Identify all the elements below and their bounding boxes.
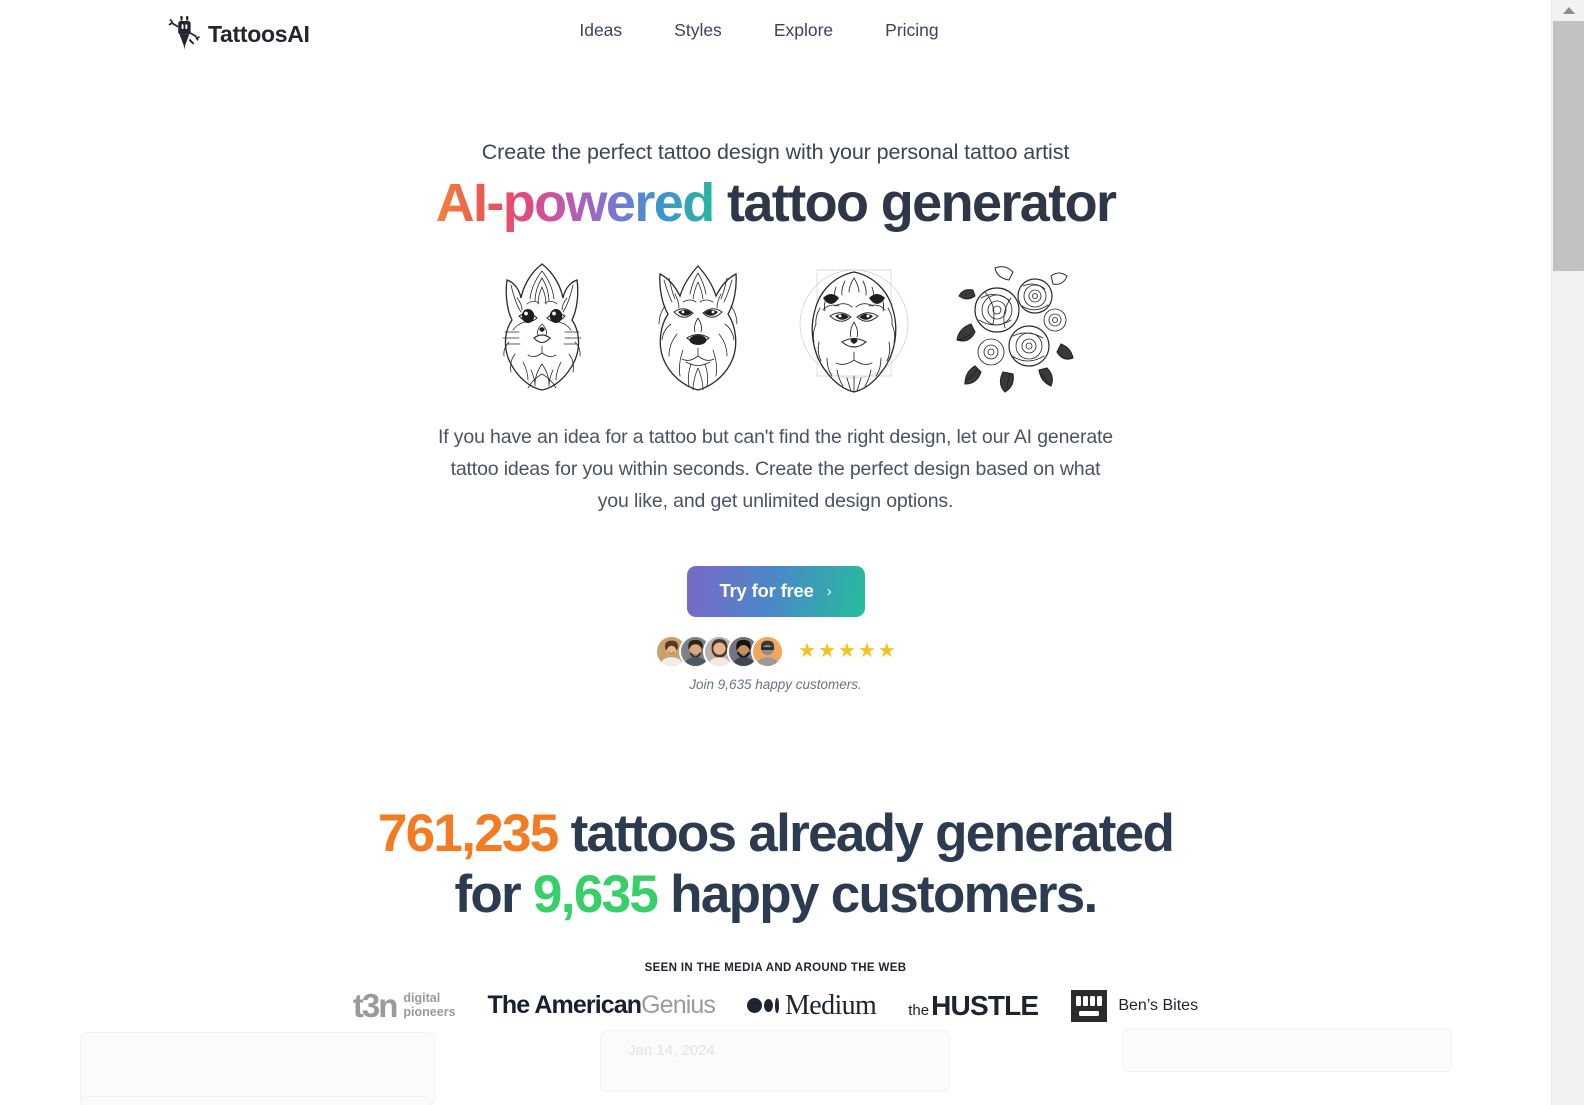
star-rating: ★ ★ ★ ★ ★: [798, 641, 896, 661]
press-logo-american-genius: The American Genius: [487, 991, 716, 1020]
press-logo-t3n: t3n digital pioneers: [352, 986, 456, 1024]
medium-dots-icon: [746, 998, 779, 1014]
happy-customers-note: Join 9,635 happy customers.: [689, 676, 862, 692]
below-fold-date: Jan 14, 2024: [628, 1042, 715, 1059]
press-section: SEEN IN THE MEDIA AND AROUND THE WEB t3n…: [0, 962, 1551, 1024]
tattoos-generated-count: 761,235: [377, 803, 559, 863]
chevron-right-icon: ›: [826, 582, 832, 600]
ghost-card: [80, 1096, 430, 1105]
ghost-card: [80, 1032, 435, 1105]
star-icon: ★: [838, 640, 856, 663]
happy-customers-count: 9,635: [533, 864, 659, 924]
nav-item-ideas[interactable]: Ideas: [579, 20, 622, 41]
hustle-the: the: [908, 1001, 930, 1019]
roses-tattoo[interactable]: [943, 254, 1077, 396]
cta-label: Try for free: [719, 580, 814, 602]
ghost-card: [1122, 1028, 1452, 1072]
main-navigation: Ideas Styles Explore Pricing: [0, 20, 1518, 41]
american-genius-light: Genius: [641, 991, 716, 1020]
scrollbar-thumb[interactable]: [1553, 21, 1584, 271]
stats-line-1: 761,235 tattoos already generated: [0, 804, 1551, 865]
browser-viewport: TattoosAI Ideas Styles Explore Pricing C…: [0, 0, 1584, 1105]
t3n-mark: t3n: [352, 986, 398, 1024]
avatar-stack: [655, 634, 785, 668]
star-icon: ★: [857, 640, 876, 663]
site-header: TattoosAI Ideas Styles Explore Pricing: [0, 0, 1551, 68]
vertical-scrollbar[interactable]: [1551, 0, 1584, 1105]
star-icon: ★: [798, 640, 817, 663]
below-fold-preview: Jan 14, 2024: [0, 1018, 1551, 1105]
t3n-tagline: digital pioneers: [403, 992, 455, 1018]
star-icon: ★: [818, 640, 837, 663]
t3n-tagline-line2: pioneers: [403, 1004, 456, 1019]
star-icon: ★: [877, 640, 896, 663]
hero-title-gradient-part: AI-powered: [435, 173, 716, 233]
ghost-card: [600, 1030, 950, 1092]
stats-for-prefix: for: [454, 864, 534, 924]
stats-line-2: for 9,635 happy customers.: [0, 865, 1551, 926]
social-proof: ★ ★ ★ ★ ★: [0, 634, 1551, 668]
bens-bites-icon: [1070, 988, 1108, 1024]
press-label: SEEN IN THE MEDIA AND AROUND THE WEB: [644, 961, 907, 974]
hero-description: If you have an idea for a tattoo but can…: [437, 426, 1114, 512]
hero-section: Create the perfect tattoo design with yo…: [0, 140, 1551, 692]
press-logo-row: t3n digital pioneers The American Genius…: [0, 988, 1551, 1024]
press-logo-medium: Medium: [746, 989, 877, 1022]
press-logo-the-hustle: the HUSTLE: [908, 989, 1039, 1022]
nav-item-styles[interactable]: Styles: [674, 20, 722, 41]
page-title: AI-powered tattoo generator: [0, 174, 1551, 232]
press-logo-bens-bites: Ben’s Bites: [1070, 988, 1198, 1024]
cat-mandala-tattoo[interactable]: [475, 254, 609, 396]
avatar: [751, 634, 785, 668]
bens-bites-wordmark: Ben’s Bites: [1118, 996, 1199, 1014]
try-for-free-button[interactable]: Try for free ›: [686, 565, 865, 617]
page-content: TattoosAI Ideas Styles Explore Pricing C…: [0, 0, 1551, 1105]
hustle-wordmark: HUSTLE: [931, 989, 1039, 1021]
lion-tattoo[interactable]: [787, 254, 921, 396]
nav-item-pricing[interactable]: Pricing: [885, 20, 939, 41]
happy-customers-label: happy customers.: [657, 864, 1098, 924]
tattoos-generated-label: tattoos already generated: [557, 803, 1175, 863]
scroll-up-arrow-icon[interactable]: [1552, 0, 1584, 20]
tattoo-gallery: [0, 254, 1551, 396]
nav-item-explore[interactable]: Explore: [774, 20, 833, 41]
t3n-tagline-line1: digital: [403, 991, 441, 1006]
american-genius-bold: The American: [487, 991, 643, 1020]
hero-title-rest: tattoo generator: [713, 173, 1117, 233]
medium-wordmark: Medium: [784, 989, 877, 1021]
stats-section: 761,235 tattoos already generated for 9,…: [0, 804, 1551, 926]
cta-container: Try for free ›: [0, 565, 1551, 617]
hero-eyebrow: Create the perfect tattoo design with yo…: [481, 140, 1070, 164]
wolf-tattoo[interactable]: [631, 254, 765, 396]
